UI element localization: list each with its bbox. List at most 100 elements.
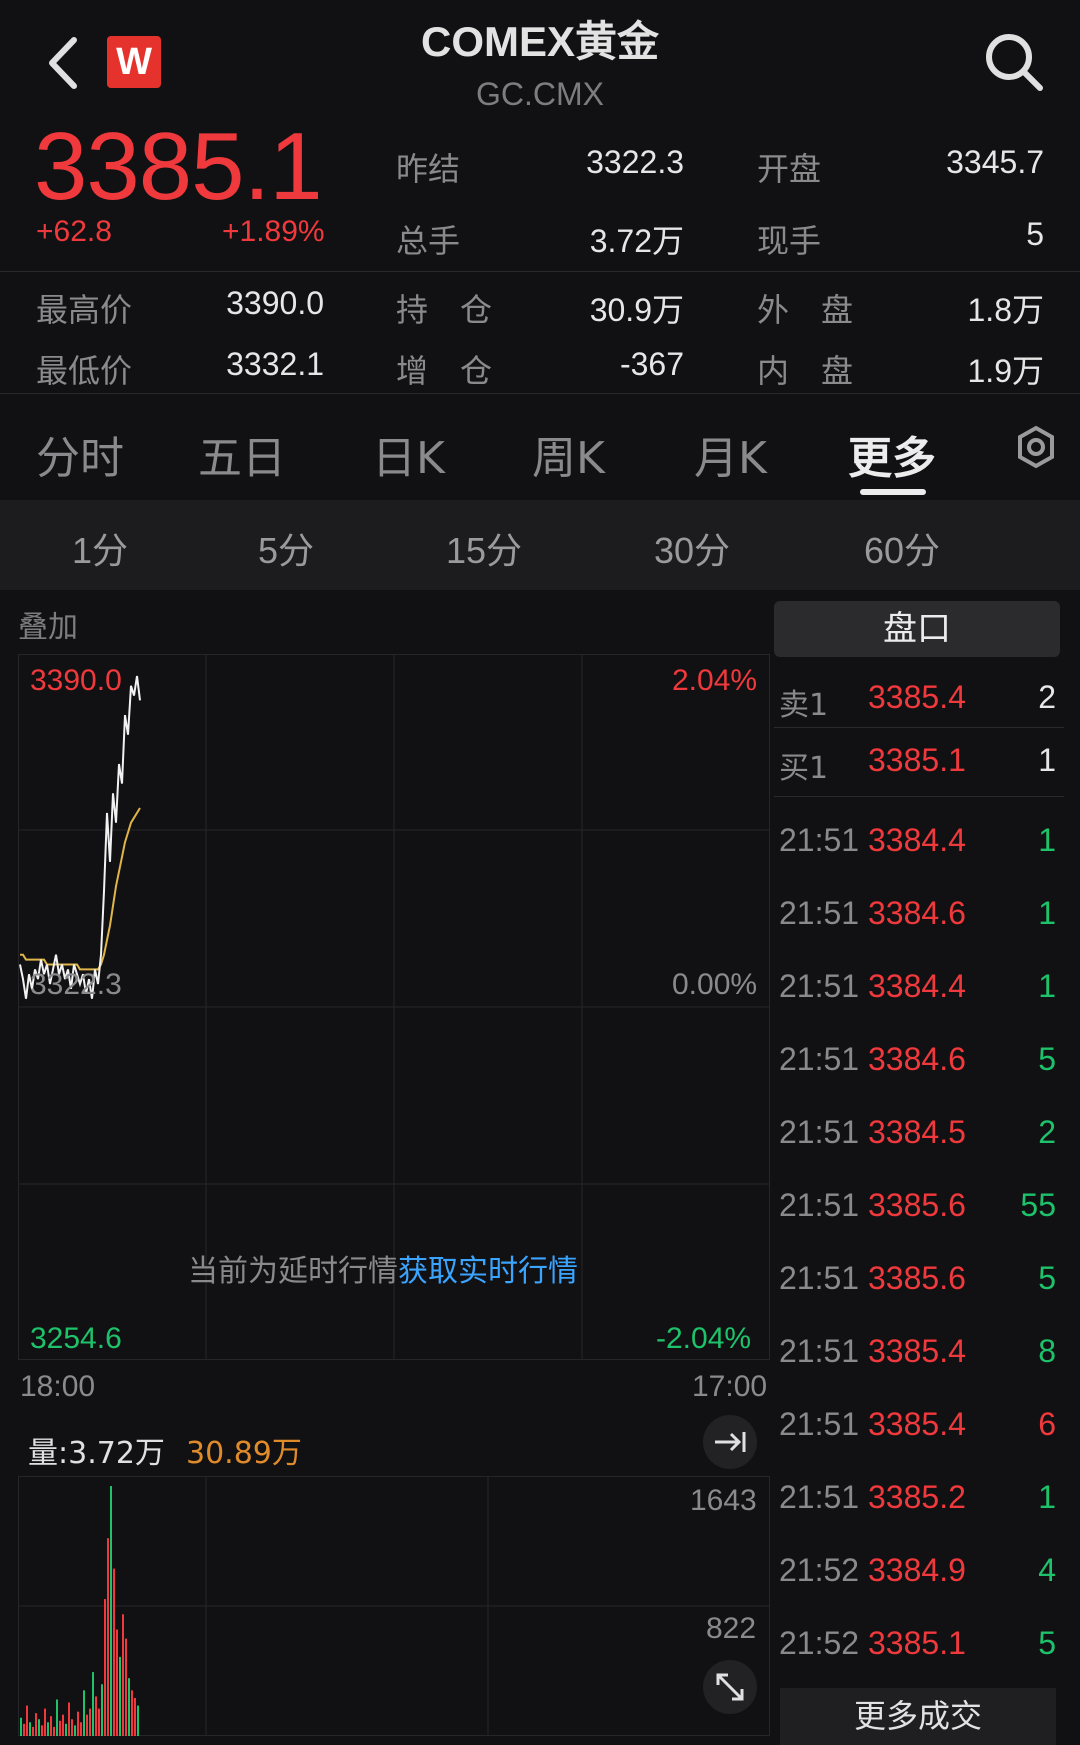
volume-bar: [128, 1678, 130, 1736]
trade-price: 3385.4: [868, 1333, 966, 1369]
page-title: COMEX黄金: [420, 18, 659, 65]
search-icon: [986, 34, 1043, 91]
open-interest-label: 30.89万: [186, 1436, 302, 1471]
overlay-button[interactable]: 叠加: [18, 602, 78, 646]
volume-bar: [77, 1711, 79, 1736]
volume-bar: [44, 1708, 46, 1736]
trade-time: 21:51: [779, 822, 860, 858]
stat-label: 昨结: [396, 150, 461, 188]
tab-daily-k[interactable]: 日K: [372, 422, 445, 486]
volume-bar: [83, 1690, 85, 1736]
trade-qty: 1: [1038, 895, 1056, 931]
bid-qty: 1: [1038, 742, 1056, 778]
interval-5m[interactable]: 5分: [258, 522, 314, 574]
volume-bar: [92, 1672, 94, 1736]
trade-time: 21:51: [779, 895, 860, 931]
interval-1m[interactable]: 1分: [72, 522, 128, 574]
volume-bar: [71, 1719, 73, 1736]
volume-bar: [41, 1725, 43, 1736]
interval-15m[interactable]: 15分: [446, 522, 522, 574]
tab-more[interactable]: 更多: [848, 422, 936, 486]
interval-60m[interactable]: 60分: [864, 522, 940, 574]
volume-bar: [74, 1725, 76, 1736]
volume-bar: [53, 1726, 55, 1736]
volume-bar: [113, 1568, 115, 1736]
tab-weekly-k[interactable]: 周K: [532, 422, 605, 486]
volume-label: 量:3.72万: [28, 1436, 165, 1471]
stat-value: 1.8万: [967, 292, 1045, 328]
trade-qty: 4: [1038, 1552, 1056, 1588]
volume-bar: [56, 1699, 58, 1736]
stat-label: 最低价: [36, 352, 133, 390]
stat-value: 3332.1: [226, 346, 324, 382]
fullscreen-button[interactable]: [703, 1660, 757, 1714]
divider: [774, 796, 1064, 797]
volume-bar: [107, 1538, 109, 1736]
chart-settings-button[interactable]: [1013, 424, 1059, 470]
price-change: +62.8: [36, 215, 112, 248]
stat-value: 3390.0: [226, 285, 324, 321]
stat-value: 5: [1026, 216, 1044, 252]
stat-label: 持 仓: [396, 291, 493, 329]
stat-label: 增 仓: [396, 352, 493, 390]
x-axis-start: 18:00: [20, 1370, 96, 1403]
trade-time: 21:51: [779, 1187, 860, 1223]
bid-label: 买1: [779, 751, 829, 786]
trade-time: 21:51: [779, 1114, 860, 1150]
tab-intraday[interactable]: 分时: [36, 422, 124, 486]
volume-axis-mid: 822: [706, 1612, 757, 1645]
interval-30m[interactable]: 30分: [654, 522, 730, 574]
volume-bar: [50, 1716, 52, 1736]
x-axis-end: 17:00: [692, 1370, 768, 1403]
trade-price: 3385.1: [868, 1625, 966, 1661]
stat-value: 1.9万: [967, 353, 1045, 389]
average-price-line: [20, 807, 141, 971]
jump-to-latest-button[interactable]: [703, 1415, 757, 1469]
pct-axis-high: 2.04%: [672, 664, 758, 697]
trade-price: 3385.6: [868, 1187, 966, 1223]
trade-price: 3384.4: [868, 968, 966, 1004]
price-change-pct: +1.89%: [222, 215, 325, 248]
y-axis-high: 3390.0: [30, 664, 122, 697]
stat-label: 外 盘: [757, 291, 854, 329]
volume-bar: [38, 1719, 40, 1736]
trade-qty: 8: [1038, 1333, 1056, 1369]
volume-bar: [131, 1690, 133, 1736]
volume-bar: [86, 1714, 88, 1736]
last-price: 3385.1: [34, 113, 323, 220]
trade-qty: 5: [1038, 1260, 1056, 1296]
orderbook-tab[interactable]: 盘口: [774, 601, 1060, 657]
more-trades-button[interactable]: 更多成交: [780, 1688, 1056, 1745]
trade-time: 21:52: [779, 1625, 860, 1661]
divider: [0, 393, 1080, 394]
trade-qty: 1: [1038, 1479, 1056, 1515]
volume-bar: [89, 1708, 91, 1736]
volume-bar: [26, 1705, 28, 1736]
jump-to-end-icon: [715, 1432, 746, 1452]
volume-bar: [119, 1656, 121, 1736]
volume-bar: [29, 1722, 31, 1736]
search-button[interactable]: [982, 30, 1046, 94]
trade-price: 3384.9: [868, 1552, 966, 1588]
volume-bar: [80, 1722, 82, 1736]
trade-time: 21:51: [779, 1333, 860, 1369]
y-axis-low: 3254.6: [30, 1322, 122, 1355]
delay-notice: 当前为延时行情获取实时行情: [188, 1246, 578, 1290]
tab-monthly-k[interactable]: 月K: [694, 422, 767, 486]
stat-value: 30.9万: [589, 292, 684, 328]
volume-bar: [137, 1705, 139, 1736]
realtime-quote-link[interactable]: 获取实时行情: [398, 1254, 578, 1289]
active-tab-indicator: [860, 489, 926, 495]
volume-bar: [32, 1726, 34, 1736]
trade-qty: 1: [1038, 968, 1056, 1004]
header-bar: W COMEX黄金 GC.CMX: [0, 0, 1080, 120]
trade-qty: 1: [1038, 822, 1056, 858]
delay-notice-text: 当前为延时行情: [188, 1254, 398, 1289]
trade-price: 3384.5: [868, 1114, 966, 1150]
settings-icon: [1018, 425, 1054, 469]
volume-bar: [65, 1723, 67, 1736]
trade-qty: 6: [1038, 1406, 1056, 1442]
tab-five-day[interactable]: 五日: [198, 422, 286, 486]
trade-time: 21:51: [779, 1260, 860, 1296]
volume-bar: [35, 1713, 37, 1736]
